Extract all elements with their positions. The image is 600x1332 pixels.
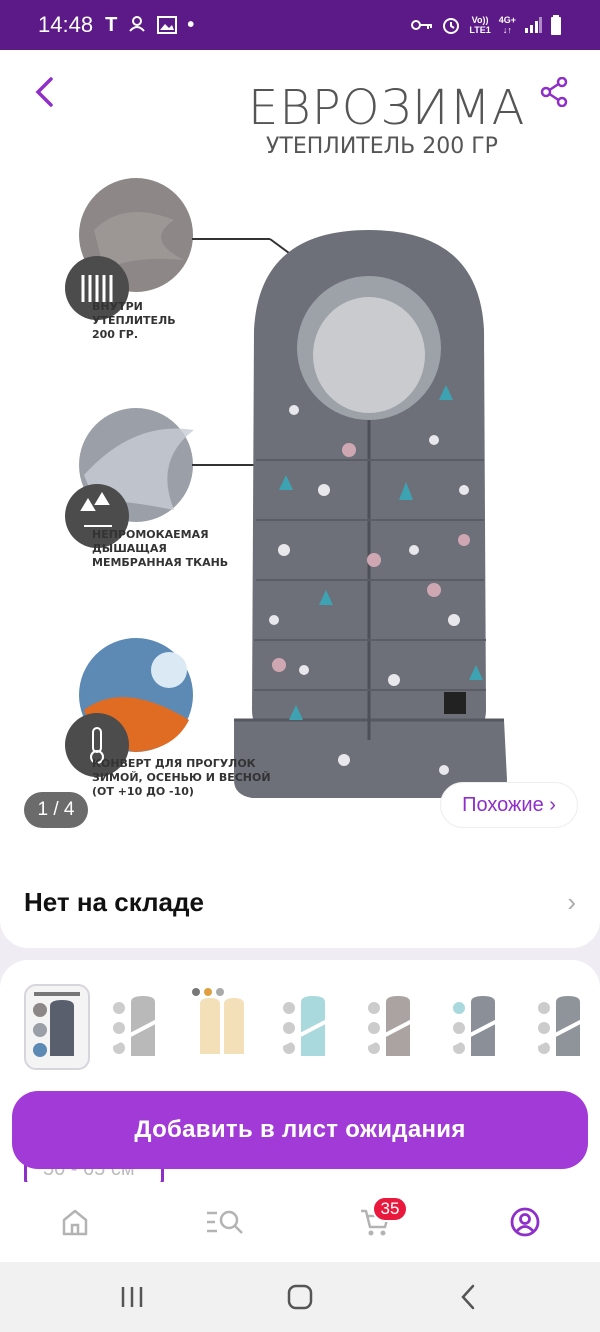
- thumbnail-image: [537, 996, 585, 1056]
- home-icon: [62, 1209, 88, 1236]
- alarm-icon: [443, 18, 460, 34]
- product-image[interactable]: [24, 80, 574, 840]
- feature-season-text: КОНВЕРТ ДЛЯ ПРОГУЛОК ЗИМОЙ, ОСЕНЬЮ И ВЕС…: [92, 757, 271, 798]
- data-type: 4G+ ↓↑: [498, 15, 516, 35]
- weather-icon: [129, 16, 146, 32]
- add-to-waitlist-button[interactable]: Добавить в лист ожидания: [12, 1091, 588, 1169]
- system-navigation-bar: [0, 1262, 600, 1332]
- home-circle-icon: [287, 1284, 313, 1310]
- thumbnail-item[interactable]: [443, 984, 509, 1070]
- thumbnail-image: [282, 996, 330, 1056]
- thumbnail-item[interactable]: [103, 984, 169, 1070]
- chevron-left-icon: [35, 77, 53, 107]
- bottom-navigation: [0, 1182, 600, 1262]
- cart-count-badge: 35: [372, 1196, 408, 1222]
- back-button[interactable]: [24, 72, 64, 112]
- t-icon: T: [105, 13, 118, 36]
- key-icon: [411, 20, 433, 30]
- thumbnail-image: [33, 992, 80, 1057]
- back-system-button[interactable]: [448, 1280, 488, 1314]
- home-system-button[interactable]: [280, 1280, 320, 1314]
- notification-icons: T •: [105, 14, 194, 37]
- recent-apps-icon: [121, 1287, 143, 1307]
- share-button[interactable]: [534, 72, 574, 112]
- battery-icon: [551, 15, 561, 35]
- stock-status-text: Нет на складе: [24, 886, 204, 917]
- dot-icon: •: [187, 13, 195, 36]
- network-label: Vo)) LTE1: [469, 15, 491, 35]
- thumbnail-image: [192, 988, 244, 1054]
- product-card: ЕВРОЗИМА УТЕПЛИТЕЛЬ 200 ГР ВНУТРИ УТЕПЛИ…: [0, 50, 600, 948]
- similar-products-button[interactable]: Похожие ›: [440, 782, 578, 828]
- nav-home[interactable]: [55, 1202, 95, 1242]
- feature-membrane-text: НЕПРОМОКАЕМАЯ ДЫШАЩАЯ МЕМБРАННАЯ ТКАНЬ: [92, 528, 229, 569]
- chevron-right-icon: ›: [567, 886, 576, 917]
- image-subtitle: УТЕПЛИТЕЛЬ 200 ГР: [266, 134, 498, 159]
- image-title: ЕВРОЗИМА: [248, 80, 526, 136]
- thumbnail-item[interactable]: [273, 984, 339, 1070]
- thumbnail-image: [452, 996, 500, 1056]
- feature-insulation-text: ВНУТРИ УТЕПЛИТЕЛЬ 200 ГР.: [92, 300, 176, 341]
- profile-icon: [510, 1207, 540, 1237]
- thumbnail-item[interactable]: [528, 984, 594, 1070]
- status-bar: 14:48 T • Vo)) LTE1 4G+ ↓↑: [0, 0, 600, 50]
- recent-apps-button[interactable]: [112, 1280, 152, 1314]
- share-icon: [540, 77, 568, 107]
- thumbnail-item[interactable]: [24, 984, 90, 1070]
- back-arrow-icon: [461, 1284, 475, 1310]
- gallery-page-counter: 1 / 4: [24, 792, 88, 828]
- signal-icon: [525, 17, 542, 33]
- status-time: 14:48: [38, 12, 94, 37]
- status-right: Vo)) LTE1 4G+ ↓↑: [411, 15, 562, 35]
- thumbnail-item[interactable]: [188, 984, 254, 1070]
- thumbnail-item[interactable]: [358, 984, 424, 1070]
- image-icon: [157, 16, 178, 34]
- thumbnail-image: [367, 996, 415, 1056]
- nav-catalog[interactable]: [205, 1202, 245, 1242]
- thumbnail-image: [112, 996, 160, 1056]
- catalog-search-icon: [207, 1210, 243, 1234]
- stock-status-row[interactable]: Нет на складе ›: [0, 856, 600, 948]
- nav-profile[interactable]: [505, 1202, 545, 1242]
